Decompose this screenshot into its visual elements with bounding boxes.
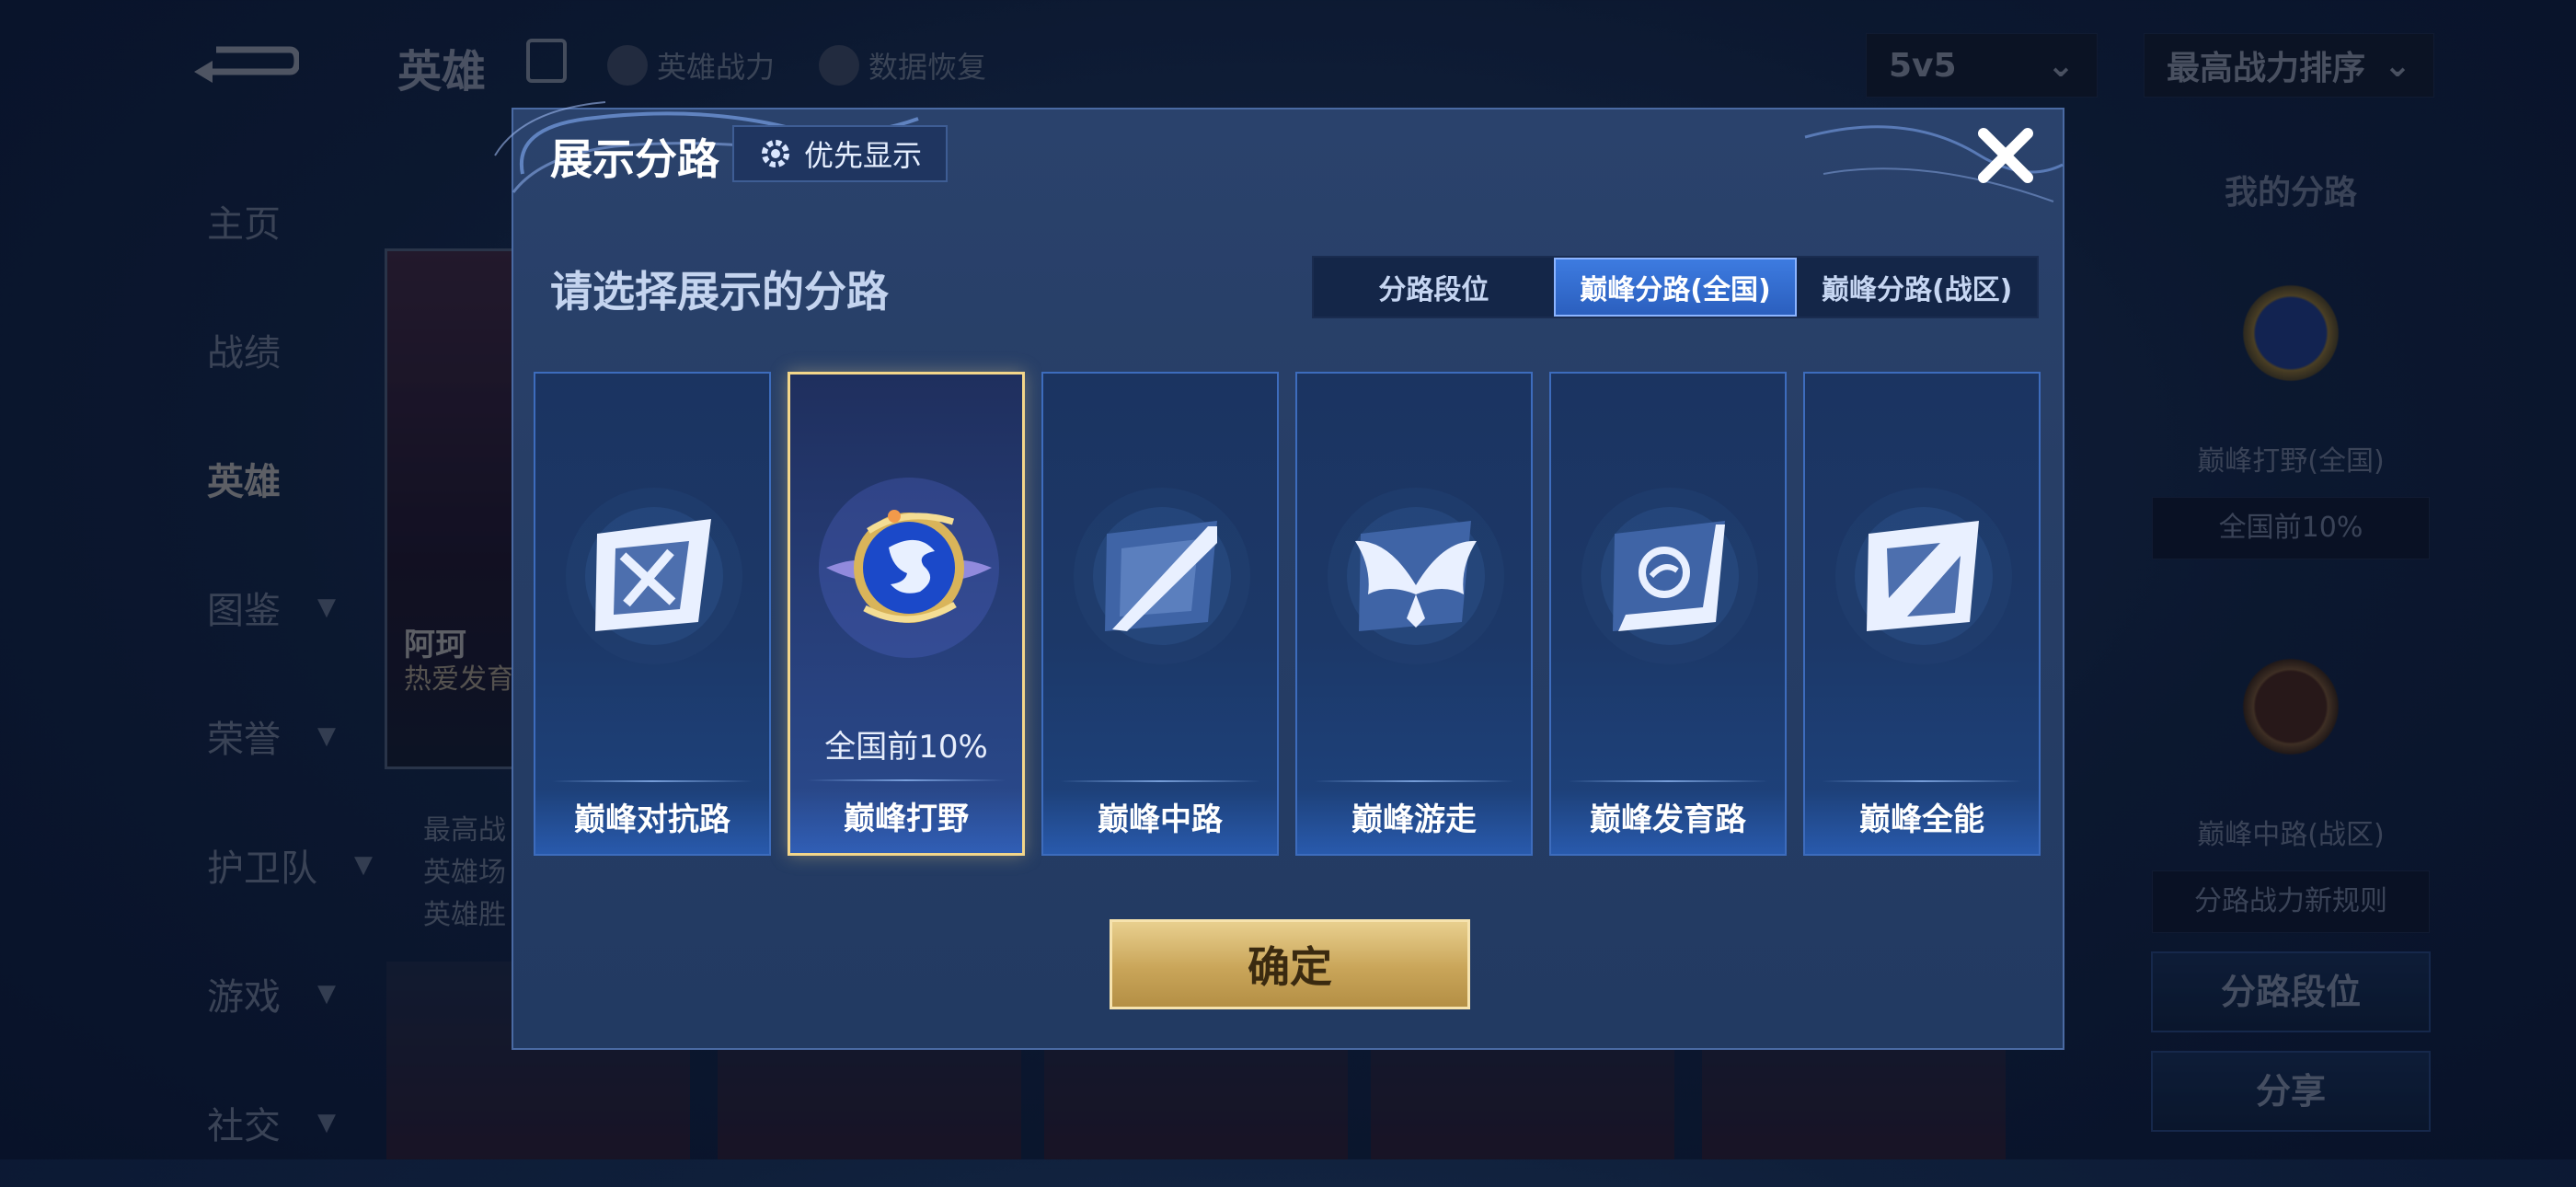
tab-peak-region[interactable]: 巅峰分路(战区) (1797, 258, 2037, 317)
priority-display-label: 优先显示 (803, 138, 922, 173)
card-divider (552, 780, 753, 782)
card-divider (1060, 780, 1260, 782)
lane-card-top[interactable]: 巅峰对抗路 (534, 372, 771, 856)
wings-support-icon (1328, 488, 1504, 664)
card-divider (1822, 780, 2022, 782)
close-button[interactable] (1972, 122, 2039, 189)
all-round-icon (1835, 488, 2012, 664)
lane-card-label: 巅峰游走 (1351, 801, 1477, 838)
card-divider (1568, 780, 1768, 782)
lane-card-jungle[interactable]: 全国前10% 巅峰打野 (788, 372, 1025, 856)
lane-card-label: 巅峰全能 (1859, 801, 1984, 838)
lane-display-dialog: 展示分路 优先显示 请选择展示的分路 分路段位 巅峰分路(全国) 巅峰分路(战区… (494, 101, 2064, 1050)
close-icon (1978, 128, 2033, 183)
lane-card-list: 巅峰对抗路 全国前10% 巅峰打野 巅峰中路 巅峰游走 巅峰发育路 巅峰全能 (534, 372, 2046, 858)
dialog-subtitle: 请选择展示的分路 (550, 267, 889, 317)
card-divider (1314, 780, 1514, 782)
lane-card-label: 巅峰中路 (1098, 801, 1223, 838)
lane-card-roam[interactable]: 巅峰游走 (1295, 372, 1533, 856)
card-divider (807, 779, 1006, 781)
jungle-dragon-badge-icon (819, 478, 999, 658)
tab-lane-rank[interactable]: 分路段位 (1314, 258, 1554, 317)
lane-card-rank: 全国前10% (824, 729, 988, 766)
lane-card-label: 巅峰发育路 (1590, 801, 1746, 838)
lane-card-farm[interactable]: 巅峰发育路 (1549, 372, 1787, 856)
farm-lane-icon (1581, 488, 1758, 664)
tab-peak-national[interactable]: 巅峰分路(全国) (1553, 258, 1798, 317)
mid-lane-icon (1074, 488, 1250, 664)
lane-card-label: 巅峰对抗路 (574, 801, 730, 838)
dialog-title: 展示分路 (550, 134, 719, 184)
lane-card-mid[interactable]: 巅峰中路 (1041, 372, 1279, 856)
gear-icon (761, 140, 789, 167)
lane-card-all[interactable]: 巅峰全能 (1803, 372, 2041, 856)
lane-card-label: 巅峰打野 (844, 801, 969, 837)
priority-display-button[interactable]: 优先显示 (732, 125, 948, 182)
lane-tabs: 分路段位 巅峰分路(全国) 巅峰分路(战区) (1312, 256, 2039, 318)
confirm-button[interactable]: 确定 (1110, 919, 1470, 1009)
sword-lane-icon (566, 488, 742, 664)
